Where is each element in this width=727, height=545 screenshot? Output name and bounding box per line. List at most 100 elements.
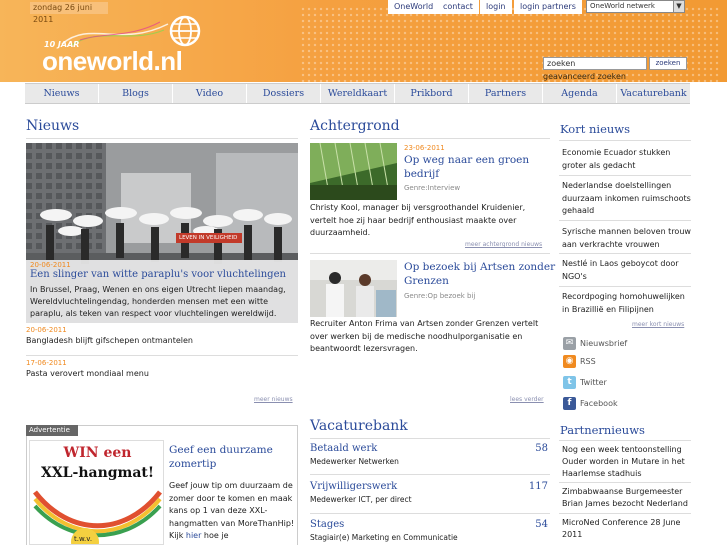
current-date: zondag 26 juni 2011: [30, 2, 108, 24]
partner-news-title: Partnernieuws: [560, 423, 645, 437]
protest-banner-text: LEVEN IN VEILIGHEID: [179, 235, 238, 241]
article-thumbnail[interactable]: [310, 143, 397, 200]
link-login[interactable]: login: [480, 0, 512, 14]
search-input[interactable]: [543, 57, 647, 70]
nav-partners[interactable]: Partners: [469, 84, 543, 103]
news-featured-headline[interactable]: Een slinger van witte paraplu's voor vlu…: [26, 269, 298, 280]
article-title[interactable]: Op weg naar een groen bedrijf: [404, 153, 549, 181]
short-news-item[interactable]: Economie Ecuador stukken groter als geda…: [559, 147, 691, 172]
vacancy-job[interactable]: Stagiair(e) Marketing en Communicatie: [310, 533, 550, 542]
nav-blogs[interactable]: Blogs: [99, 84, 173, 103]
facebook-icon: f: [563, 397, 576, 410]
vacancy-count: 58: [535, 443, 548, 454]
short-news-title: Kort nieuws: [560, 122, 631, 136]
article-date: 23-06-2011: [404, 144, 445, 152]
vacancy-category[interactable]: Vrijwilligerswerk: [310, 481, 550, 492]
ad-link[interactable]: hier: [186, 531, 202, 540]
rss-link[interactable]: ◉ RSS: [563, 355, 596, 368]
nav-vacaturebank[interactable]: Vacaturebank: [617, 84, 690, 103]
site-logo[interactable]: oneworld.nl: [42, 46, 183, 77]
divider: [559, 286, 691, 287]
vacancies-section-title: Vacaturebank: [310, 418, 408, 434]
facebook-link[interactable]: f Facebook: [563, 397, 618, 410]
globe-logo-icon: [169, 15, 201, 47]
news-featured-caption[interactable]: 20-06-2011 Een slinger van witte paraplu…: [26, 260, 298, 323]
divider: [559, 175, 691, 176]
vacancy-count: 54: [535, 519, 548, 530]
doctors-illustration: [310, 260, 397, 317]
background-section-title: Achtergrond: [310, 118, 400, 134]
rss-icon: ◉: [563, 355, 576, 368]
advertisement-tag: Advertentie: [26, 425, 78, 436]
nav-prikbord[interactable]: Prikbord: [395, 84, 469, 103]
vacancy-category[interactable]: Stages: [310, 519, 550, 530]
twitter-link[interactable]: t Twitter: [563, 376, 607, 389]
news-item-date: 17-06-2011: [26, 359, 67, 367]
article-summary: Christy Kool, manager bij versgroothande…: [310, 203, 526, 237]
short-news-item[interactable]: Recordpoging homohuwelijken in Brazillië…: [559, 291, 691, 316]
partner-news-item[interactable]: MicroNed Conference 28 June 2011: [559, 517, 691, 541]
more-background-link[interactable]: meer achtergrond nieuws: [465, 241, 542, 248]
chevron-down-icon: ▼: [673, 1, 684, 12]
divider: [26, 355, 298, 356]
nav-dossiers[interactable]: Dossiers: [247, 84, 321, 103]
link-login-partners[interactable]: login partners: [514, 0, 582, 14]
short-news-item[interactable]: Nestlé in Laos geboycot door NGO's: [559, 258, 691, 283]
news-item-date: 20-06-2011: [26, 326, 67, 334]
article-summary: Recruiter Anton Frima van Artsen zonder …: [310, 319, 539, 353]
news-item-title[interactable]: Pasta verovert mondiaal menu: [26, 369, 149, 378]
short-news-item[interactable]: Syrische mannen beloven trouw aan verkra…: [559, 226, 691, 251]
divider: [559, 440, 691, 441]
news-section-title: Nieuws: [26, 118, 80, 134]
social-label: RSS: [580, 357, 596, 366]
vacancy-row[interactable]: Betaald werk 58 Medewerker Netwerken: [310, 443, 550, 466]
social-label: Twitter: [580, 378, 607, 387]
ad-image-line1: WIN een: [63, 445, 132, 461]
ad-text: Geef jouw tip om duurzaam de zomer door …: [169, 480, 296, 543]
network-select[interactable]: OneWorld netwerk ▼: [586, 0, 685, 13]
ad-headline[interactable]: Geef een duurzame zomertip: [169, 443, 296, 471]
advanced-search-link[interactable]: geavanceerd zoeken: [543, 72, 626, 81]
ad-text-tail: hoe je: [201, 531, 229, 540]
article-title[interactable]: Op bezoek bij Artsen zonder Grenzen: [404, 260, 564, 288]
partner-news-item[interactable]: Nog een week tentoonstelling Ouder worde…: [559, 444, 691, 480]
link-contact[interactable]: contact: [437, 0, 479, 14]
divider: [310, 438, 550, 439]
more-news-link[interactable]: meer nieuws: [254, 396, 293, 403]
vacancy-row[interactable]: Stages 54 Stagiair(e) Marketing en Commu…: [310, 519, 550, 542]
nav-wereldkaart[interactable]: Wereldkaart: [321, 84, 395, 103]
main-navigation: Nieuws Blogs Video Dossiers Wereldkaart …: [25, 83, 690, 104]
ad-image-badge: t.w.v.: [74, 535, 93, 543]
divider: [310, 138, 550, 139]
nav-agenda[interactable]: Agenda: [543, 84, 617, 103]
article-thumbnail[interactable]: [310, 260, 397, 317]
news-featured-text: In Brussel, Praag, Wenen en ons eigen Ut…: [30, 285, 286, 318]
divider: [559, 140, 691, 141]
divider: [559, 253, 691, 254]
article-genre: Genre:Interview: [404, 184, 461, 192]
nav-video[interactable]: Video: [173, 84, 247, 103]
read-more-link[interactable]: lees verder: [510, 396, 544, 403]
news-item[interactable]: 20-06-2011 Bangladesh blijft gifschepen …: [26, 326, 193, 345]
divider: [310, 474, 550, 475]
search-button[interactable]: zoeken: [649, 57, 687, 70]
divider: [310, 513, 550, 514]
hammock-ad-image[interactable]: WIN een XXL-hangmat! t.w.v.: [29, 440, 164, 545]
vacancy-job[interactable]: Medewerker ICT, per direct: [310, 495, 550, 504]
link-oneworld[interactable]: OneWorld: [388, 0, 440, 14]
more-short-news-link[interactable]: meer kort nieuws: [632, 321, 684, 328]
news-item-title[interactable]: Bangladesh blijft gifschepen ontmantelen: [26, 336, 193, 345]
nav-nieuws[interactable]: Nieuws: [25, 84, 99, 103]
site-header: zondag 26 juni 2011 10 JAAR oneworld.nl …: [0, 0, 727, 82]
vacancy-category[interactable]: Betaald werk: [310, 443, 550, 454]
divider: [559, 220, 691, 221]
vacancy-job[interactable]: Medewerker Netwerken: [310, 457, 550, 466]
partner-news-item[interactable]: Zimbabwaanse Burgemeester Brian James be…: [559, 486, 691, 510]
divider: [310, 253, 550, 254]
short-news-item[interactable]: Nederlandse doelstellingen duurzaam inko…: [559, 180, 691, 218]
vacancy-row[interactable]: Vrijwilligerswerk 117 Medewerker ICT, pe…: [310, 481, 550, 504]
greenhouse-illustration: [310, 143, 397, 200]
news-item[interactable]: 17-06-2011 Pasta verovert mondiaal menu: [26, 359, 149, 378]
vacancy-count: 117: [528, 481, 548, 492]
newsletter-link[interactable]: ✉ Nieuwsbrief: [563, 337, 627, 350]
